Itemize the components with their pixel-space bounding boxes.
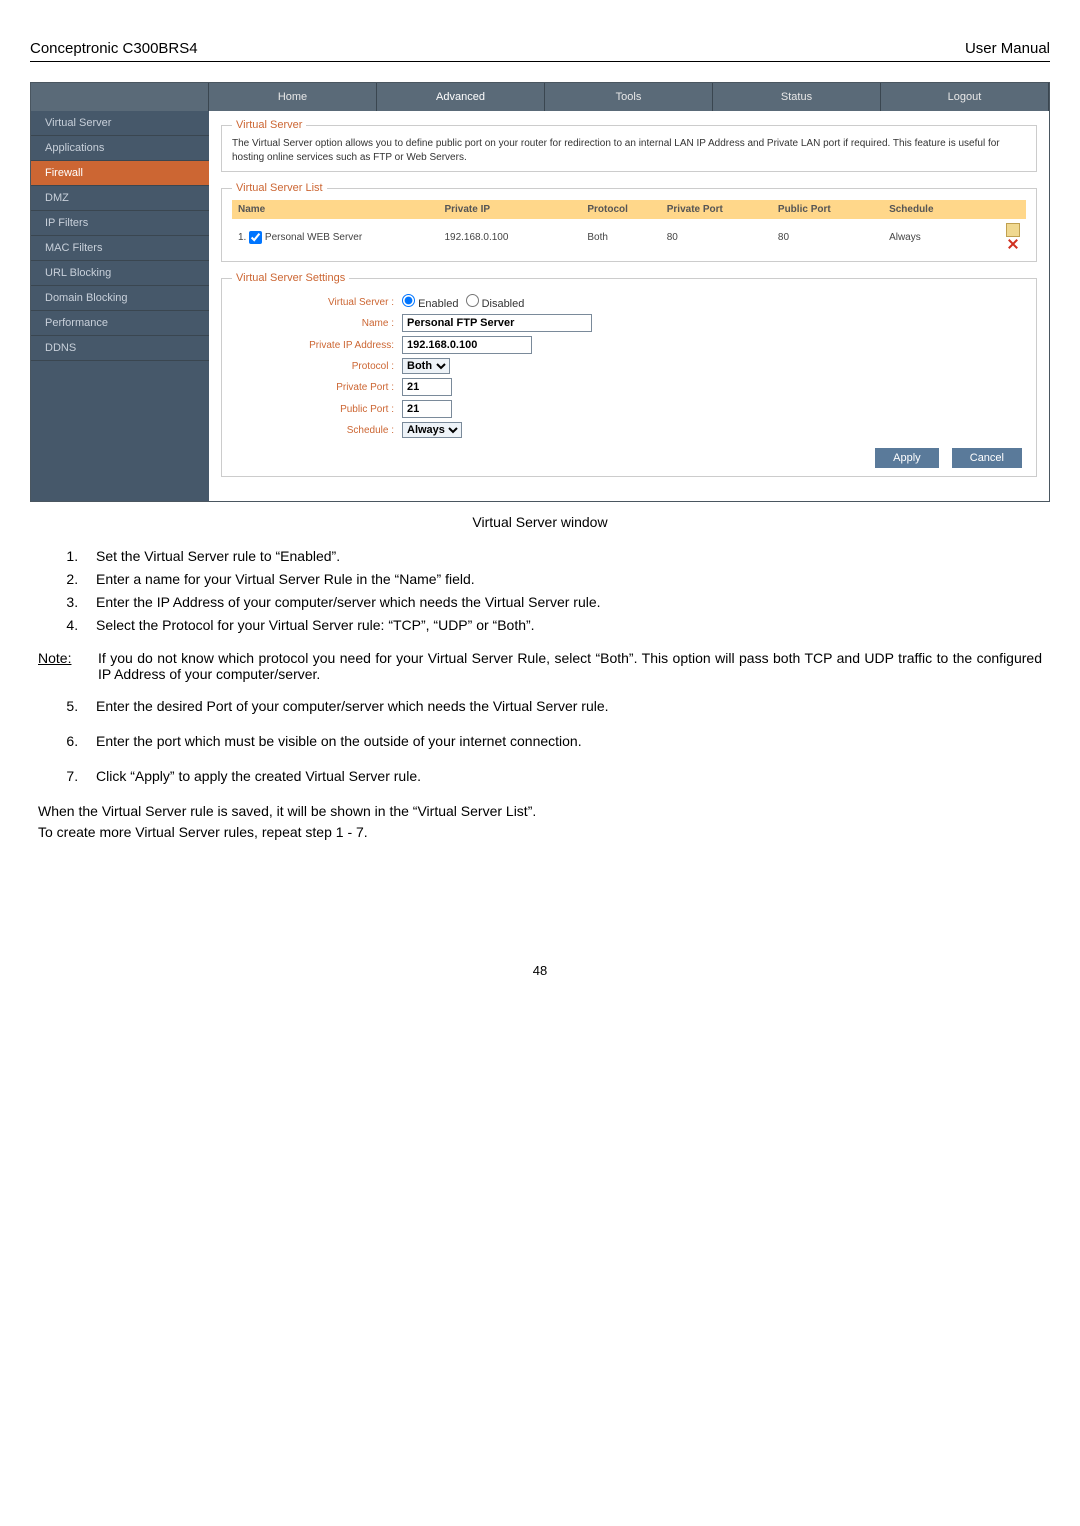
input-name[interactable] xyxy=(402,314,592,332)
input-private-port[interactable] xyxy=(402,378,452,396)
instructions-list-1: Set the Virtual Server rule to “Enabled”… xyxy=(38,546,1042,636)
select-protocol[interactable]: Both xyxy=(402,358,450,374)
sidebar-item-ddns[interactable]: DDNS xyxy=(31,336,209,361)
router-admin-ui: Home Advanced Tools Status Logout Virtua… xyxy=(30,82,1050,502)
sidebar-item-dmz[interactable]: DMZ xyxy=(31,186,209,211)
label-public-port: Public Port : xyxy=(232,404,402,415)
cancel-button[interactable]: Cancel xyxy=(952,448,1022,468)
instruction-2: Enter a name for your Virtual Server Rul… xyxy=(82,569,1042,590)
vs-list-row: 1. Personal WEB Server 192.168.0.100 Bot… xyxy=(232,219,1026,255)
tab-status[interactable]: Status xyxy=(713,83,881,111)
radio-enabled-label: Enabled xyxy=(418,298,458,310)
vs-settings-legend: Virtual Server Settings xyxy=(232,272,349,284)
col-public-port: Public Port xyxy=(772,200,883,219)
row-protocol: Both xyxy=(581,219,660,255)
col-private-ip: Private IP xyxy=(438,200,581,219)
note-text: If you do not know which protocol you ne… xyxy=(98,650,1042,682)
input-private-ip[interactable] xyxy=(402,336,532,354)
radio-disabled[interactable] xyxy=(466,294,479,307)
instruction-4: Select the Protocol for your Virtual Ser… xyxy=(82,615,1042,636)
apply-button[interactable]: Apply xyxy=(875,448,939,468)
tab-logout[interactable]: Logout xyxy=(881,83,1049,111)
instructions-list-2: Enter the desired Port of your computer/… xyxy=(38,696,1042,787)
label-schedule: Schedule : xyxy=(232,425,402,436)
tab-advanced[interactable]: Advanced xyxy=(377,83,545,111)
sidebar-item-domain-blocking[interactable]: Domain Blocking xyxy=(31,286,209,311)
col-private-port: Private Port xyxy=(661,200,772,219)
sidebar-item-ip-filters[interactable]: IP Filters xyxy=(31,211,209,236)
edit-icon[interactable] xyxy=(1006,223,1020,237)
page-number: 48 xyxy=(30,963,1050,978)
virtual-server-description: Virtual Server The Virtual Server option… xyxy=(221,119,1037,172)
instruction-1: Set the Virtual Server rule to “Enabled”… xyxy=(82,546,1042,567)
label-private-ip: Private IP Address: xyxy=(232,340,402,351)
tab-tools[interactable]: Tools xyxy=(545,83,713,111)
top-nav: Home Advanced Tools Status Logout xyxy=(31,83,1049,111)
select-schedule[interactable]: Always xyxy=(402,422,462,438)
closing-text: When the Virtual Server rule is saved, i… xyxy=(38,801,1042,843)
sidebar-item-mac-filters[interactable]: MAC Filters xyxy=(31,236,209,261)
label-virtual-server: Virtual Server : xyxy=(232,297,402,308)
note-block: Note: If you do not know which protocol … xyxy=(38,650,1042,682)
row-checkbox[interactable] xyxy=(249,231,262,244)
vs-list-table: Name Private IP Protocol Private Port Pu… xyxy=(232,200,1026,255)
doc-type: User Manual xyxy=(965,40,1050,57)
vs-description-text: The Virtual Server option allows you to … xyxy=(232,137,1026,165)
tab-home[interactable]: Home xyxy=(209,83,377,111)
radio-disabled-label: Disabled xyxy=(482,298,525,310)
delete-icon[interactable] xyxy=(1006,237,1020,251)
content-area: Virtual Server The Virtual Server option… xyxy=(209,111,1049,501)
label-protocol: Protocol : xyxy=(232,361,402,372)
col-schedule: Schedule xyxy=(883,200,978,219)
row-private-ip: 192.168.0.100 xyxy=(438,219,581,255)
label-private-port: Private Port : xyxy=(232,382,402,393)
sidebar: Virtual Server Applications Firewall DMZ… xyxy=(31,111,209,501)
label-name: Name : xyxy=(232,318,402,329)
note-label: Note: xyxy=(38,650,98,682)
sidebar-item-url-blocking[interactable]: URL Blocking xyxy=(31,261,209,286)
vs-list-legend: Virtual Server List xyxy=(232,182,327,194)
instruction-6: Enter the port which must be visible on … xyxy=(82,731,1042,752)
col-protocol: Protocol xyxy=(581,200,660,219)
input-public-port[interactable] xyxy=(402,400,452,418)
row-name: Personal WEB Server xyxy=(265,232,362,243)
instruction-5: Enter the desired Port of your computer/… xyxy=(82,696,1042,717)
virtual-server-list: Virtual Server List Name Private IP Prot… xyxy=(221,182,1037,262)
figure-caption: Virtual Server window xyxy=(30,514,1050,530)
vs-legend: Virtual Server xyxy=(232,119,306,131)
row-schedule: Always xyxy=(883,219,978,255)
instruction-7: Click “Apply” to apply the created Virtu… xyxy=(82,766,1042,787)
row-private-port: 80 xyxy=(661,219,772,255)
nav-spacer xyxy=(31,83,209,111)
col-name: Name xyxy=(232,200,438,219)
closing-line-2: To create more Virtual Server rules, rep… xyxy=(38,822,1042,843)
sidebar-item-applications[interactable]: Applications xyxy=(31,136,209,161)
row-public-port: 80 xyxy=(772,219,883,255)
virtual-server-settings: Virtual Server Settings Virtual Server :… xyxy=(221,272,1037,477)
radio-enabled[interactable] xyxy=(402,294,415,307)
sidebar-item-firewall[interactable]: Firewall xyxy=(31,161,209,186)
instruction-3: Enter the IP Address of your computer/se… xyxy=(82,592,1042,613)
closing-line-1: When the Virtual Server rule is saved, i… xyxy=(38,801,1042,822)
row-index: 1. xyxy=(238,232,246,243)
sidebar-item-performance[interactable]: Performance xyxy=(31,311,209,336)
sidebar-item-virtual-server[interactable]: Virtual Server xyxy=(31,111,209,136)
product-name: Conceptronic C300BRS4 xyxy=(30,40,198,57)
